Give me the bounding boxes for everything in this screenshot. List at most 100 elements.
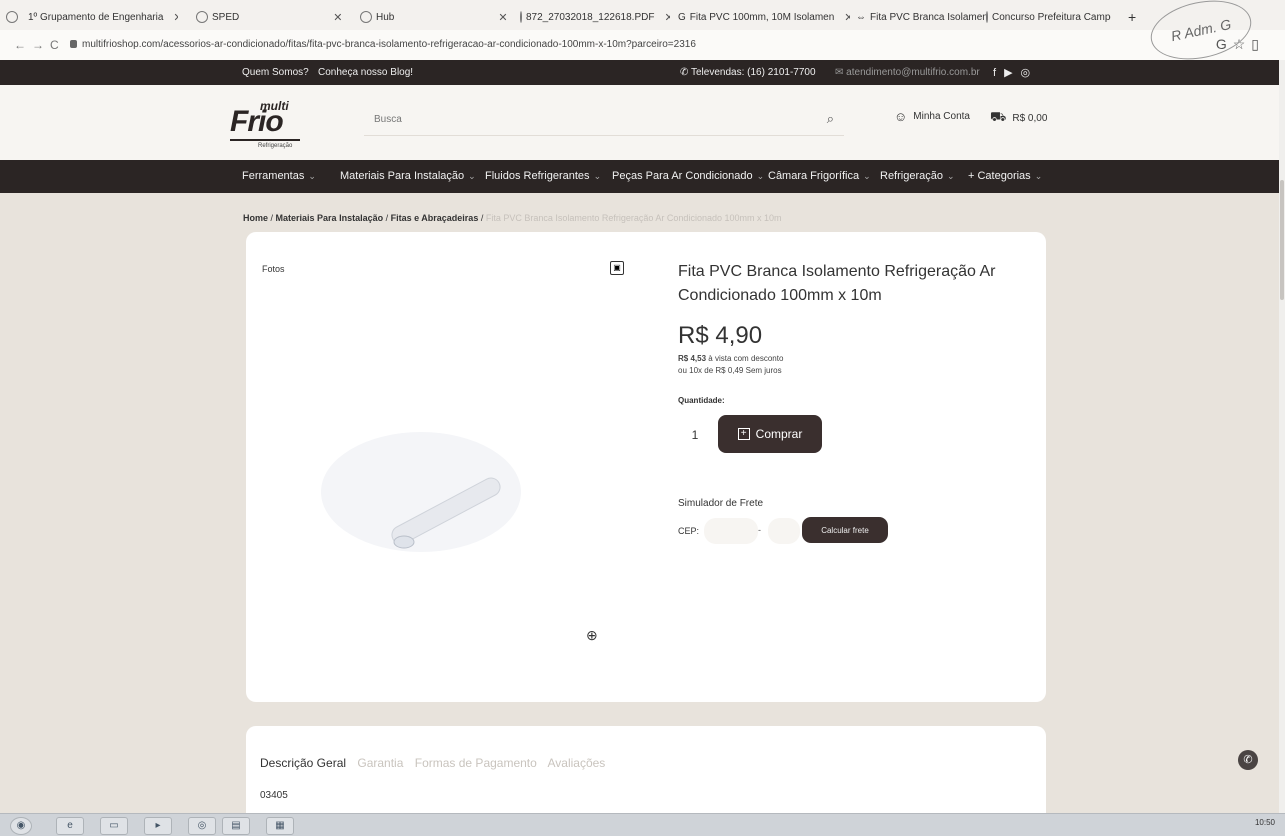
menu-item-mais-categorias[interactable]: + Categorias ⌄ <box>968 170 1042 182</box>
phone-sales: ✆ Televendas: (16) 2101-7700 <box>680 67 816 78</box>
chrome-icon[interactable]: ◎ <box>188 817 216 835</box>
social-icons[interactable]: f▶◎ <box>993 66 1038 79</box>
product-card: Fotos ▣ ⊕ Fita PVC Branca Isolamento Ref… <box>246 232 1046 702</box>
close-icon[interactable]: ✕ <box>173 11 178 24</box>
cart-icon: ⛟ <box>990 109 1007 124</box>
start-button[interactable]: ◉ <box>10 817 32 835</box>
product-image[interactable] <box>306 392 536 592</box>
chevron-down-icon: ⌄ <box>593 171 602 181</box>
details-tabs: Descrição Geral Garantia Formas de Pagam… <box>260 756 613 770</box>
menu-item-materiais[interactable]: Materiais Para Instalação ⌄ <box>340 170 476 182</box>
zoom-icon[interactable]: ⊕ <box>586 627 598 644</box>
lock-icon <box>70 40 77 48</box>
whatsapp-icon[interactable]: ✆ <box>1238 750 1258 770</box>
close-icon[interactable]: ✕ <box>498 11 507 24</box>
breadcrumb-home[interactable]: Home <box>243 213 268 223</box>
account-link[interactable]: ☺ Minha Conta <box>894 109 970 124</box>
youtube-icon: ▶ <box>1004 67 1021 79</box>
tab-avaliacoes[interactable]: Avaliações <box>547 756 605 770</box>
top-info-bar: Quem Somos? Conheça nosso Blog! ✆ Televe… <box>0 60 1285 85</box>
close-icon[interactable]: ✕ <box>333 11 342 24</box>
os-taskbar: ◉ e ▭ ▸ ◎ ▤ ▦ 10:50 <box>0 813 1285 836</box>
menu-item-camara[interactable]: Câmara Frigorífica ⌄ <box>768 170 871 182</box>
tab-garantia[interactable]: Garantia <box>357 756 403 770</box>
chevron-down-icon: ⌄ <box>946 171 955 181</box>
system-clock: 10:50 <box>1254 818 1275 827</box>
photos-label: Fotos <box>262 264 285 274</box>
menu-item-ferramentas[interactable]: Ferramentas ⌄ <box>242 170 316 182</box>
quantity-input[interactable] <box>678 416 712 454</box>
menu-item-fluidos[interactable]: Fluidos Refrigerantes ⌄ <box>485 170 601 182</box>
pdf-icon <box>520 11 522 23</box>
browser-tab-nav-icon[interactable] <box>6 8 18 26</box>
browser-tab[interactable]: SPED ✕ <box>196 8 346 26</box>
instagram-icon: ◎ <box>1020 67 1039 79</box>
shipping-simulator-title: Simulador de Frete <box>678 498 764 509</box>
cash-discount-price: R$ 4,53 à vista com desconto <box>678 354 784 363</box>
address-bar: ←→C multifrioshop.com/acessorios-ar-cond… <box>0 30 1285 61</box>
close-icon[interactable]: ✕ <box>664 11 670 24</box>
menu-item-refrigeracao[interactable]: Refrigeração ⌄ <box>880 170 955 182</box>
chevron-down-icon: ⌄ <box>863 171 871 181</box>
tab-pagamento[interactable]: Formas de Pagamento <box>415 756 537 770</box>
quantity-label: Quantidade: <box>678 396 725 405</box>
browser-tab[interactable]: 872_27032018_122618.PDF ✕ <box>520 8 670 26</box>
search-input[interactable]: Busca ⌕ <box>364 105 844 136</box>
close-icon[interactable]: ✕ <box>844 11 850 24</box>
cep-field-prefix[interactable] <box>704 518 758 544</box>
about-link[interactable]: Quem Somos? <box>242 67 309 78</box>
product-title: Fita PVC Branca Isolamento Refrigeração … <box>678 263 996 304</box>
chevron-down-icon: ⌄ <box>308 171 316 181</box>
breadcrumb-subcategory[interactable]: Fitas e Abraçadeiras <box>391 213 479 223</box>
browser-tab[interactable]: 1º Grupamento de Engenharia✕ <box>28 8 178 26</box>
new-tab-button[interactable]: + <box>1128 8 1136 26</box>
user-icon: ☺ <box>894 109 908 124</box>
cep-dash: - <box>758 525 761 535</box>
browser-tab-active[interactable]: ⇔Fita PVC Branca Isolamento Ref <box>856 8 988 26</box>
ie-icon[interactable]: e <box>56 817 84 835</box>
chevron-down-icon: ⌄ <box>1034 171 1043 181</box>
media-icon[interactable]: ▸ <box>144 817 172 835</box>
email-link[interactable]: ✉ atendimento@multifrio.com.br <box>835 67 980 78</box>
cep-label: CEP: <box>678 526 700 536</box>
calculate-shipping-button[interactable]: Calcular frete <box>802 517 888 543</box>
google-icon: G <box>678 11 686 23</box>
phone-icon: ✆ <box>680 67 691 78</box>
menu-item-pecas[interactable]: Peças Para Ar Condicionado ⌄ <box>612 170 764 182</box>
youtube-icon <box>986 11 988 23</box>
browser-tab[interactable]: G Fita PVC 100mm, 10M Isolamen ✕ <box>678 8 850 26</box>
page-scrollbar[interactable] <box>1279 60 1285 813</box>
chevron-down-icon: ⌄ <box>468 171 476 181</box>
facebook-icon: f <box>993 67 1005 79</box>
url-field[interactable]: multifrioshop.com/acessorios-ar-condicio… <box>82 39 696 50</box>
browser-nav-buttons[interactable]: ←→C <box>14 38 65 52</box>
plus-icon: + <box>737 428 750 440</box>
product-sku: 03405 <box>260 790 288 801</box>
browser-tab[interactable]: Hub ✕ <box>360 8 510 26</box>
category-menu: Ferramentas ⌄ Materiais Para Instalação ⌄ … <box>0 160 1285 193</box>
search-icon[interactable]: ⌕ <box>827 111 834 127</box>
installments-text: ou 10x de R$ 0,49 Sem juros <box>678 366 782 375</box>
site-header: multi Frio Refrigeração Busca ⌕ ☺ Minha … <box>0 85 1285 160</box>
breadcrumb-category[interactable]: Materiais Para Instalação <box>276 213 384 223</box>
product-price: R$ 4,90 <box>678 322 763 349</box>
folder-icon[interactable]: ▭ <box>100 817 128 835</box>
image-icon[interactable]: ▣ <box>610 261 624 275</box>
document-icon[interactable]: ▦ <box>266 817 294 835</box>
tab-descricao[interactable]: Descrição Geral <box>260 756 346 770</box>
buy-button[interactable]: + Comprar <box>718 415 822 453</box>
cart-link[interactable]: ⛟ R$ 0,00 <box>990 109 1047 127</box>
link-icon: ⇔ <box>856 11 866 23</box>
mail-icon: ✉ <box>835 67 847 78</box>
site-logo[interactable]: multi Frio Refrigeração <box>228 99 328 149</box>
blog-link[interactable]: Conheça nosso Blog! <box>318 67 413 78</box>
globe-icon <box>196 11 208 23</box>
app-icon[interactable]: ▤ <box>222 817 250 835</box>
chevron-down-icon: ⌄ <box>756 171 765 181</box>
cep-field-suffix[interactable] <box>768 518 800 544</box>
breadcrumb-current: Fita PVC Branca Isolamento Refrigeração … <box>485 213 782 223</box>
hub-icon <box>360 11 372 23</box>
breadcrumb: Home / Materiais Para Instalação / Fitas… <box>243 213 782 223</box>
browser-tab[interactable]: Concurso Prefeitura Campo <box>986 8 1111 26</box>
browser-tab-strip: 1º Grupamento de Engenharia✕ SPED✕ Hub✕ … <box>0 0 1285 31</box>
